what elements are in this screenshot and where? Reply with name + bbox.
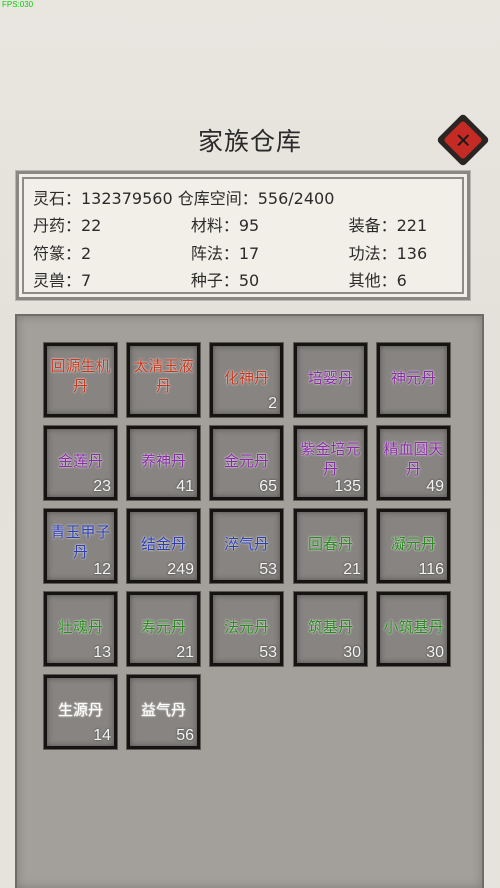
item-name: 青玉甲子丹 — [50, 523, 111, 561]
inventory-slot[interactable]: 神元丹 — [377, 343, 450, 417]
stat-formations: 阵法：17 — [190, 243, 260, 263]
inventory-slot[interactable]: 养神丹 41 — [127, 426, 200, 500]
item-name: 回春丹 — [307, 535, 353, 553]
inventory-slot[interactable]: 壮魂丹 13 — [44, 592, 117, 666]
inventory-slot[interactable]: 培婴丹 — [294, 343, 367, 417]
inventory-slot[interactable]: 法元丹 53 — [210, 592, 283, 666]
item-name: 太清玉液丹 — [133, 357, 194, 395]
close-icon: ✕ — [454, 127, 472, 152]
inventory-slot[interactable]: 金元丹 65 — [210, 426, 283, 500]
stats-row: 符篆：2 阵法：17 功法：136 — [33, 238, 467, 266]
stat-seeds: 种子：50 — [190, 271, 260, 291]
item-name: 紫金培元丹 — [300, 440, 361, 478]
item-name: 益气丹 — [140, 701, 186, 719]
item-count: 116 — [418, 561, 444, 578]
item-name: 回源生机丹 — [50, 357, 111, 395]
item-name: 化神丹 — [223, 369, 269, 387]
inventory-slot[interactable]: 小筑基丹 30 — [377, 592, 450, 666]
item-name: 小筑基丹 — [383, 618, 444, 636]
inventory-slot[interactable]: 淬气丹 53 — [210, 509, 283, 583]
fps-counter: FPS:030 — [2, 0, 34, 9]
inventory-slot[interactable]: 凝元丹 116 — [377, 509, 450, 583]
item-count: 23 — [93, 478, 111, 495]
stat-pills: 丹药：22 — [33, 216, 102, 236]
item-count: 30 — [343, 644, 361, 661]
item-name: 寿元丹 — [140, 618, 186, 636]
inventory-slot[interactable]: 紫金培元丹 135 — [294, 426, 367, 500]
item-name: 精血圆天丹 — [383, 440, 444, 478]
inventory-slot[interactable]: 回春丹 21 — [294, 509, 367, 583]
item-name: 结金丹 — [140, 535, 186, 553]
inventory-grid: 回源生机丹 太清玉液丹 化神丹 2 培婴丹 神元丹金莲丹 23 养神丹 41 金元丹 65 紫金培元丹… — [15, 314, 484, 888]
stat-equipment: 装备：221 — [348, 216, 428, 236]
item-name: 筑基丹 — [307, 618, 353, 636]
item-count: 12 — [93, 561, 111, 578]
item-count: 65 — [259, 478, 277, 495]
inventory-slot[interactable]: 生源丹 14 — [44, 675, 117, 749]
item-name: 壮魂丹 — [57, 618, 103, 636]
storage-stats-panel: 灵石：132379560 仓库空间：556/2400 丹药：22 材料：95 装… — [16, 171, 470, 300]
inventory-slot[interactable]: 精血圆天丹 49 — [377, 426, 450, 500]
item-name: 金元丹 — [223, 452, 269, 470]
item-name: 淬气丹 — [223, 535, 269, 553]
item-count: 2 — [268, 395, 277, 412]
item-count: 41 — [176, 478, 194, 495]
item-count: 49 — [426, 478, 444, 495]
stats-row: 丹药：22 材料：95 装备：221 — [33, 211, 467, 239]
item-name: 凝元丹 — [390, 535, 436, 553]
stat-spirit-beasts: 灵兽：7 — [33, 271, 92, 291]
inventory-slot[interactable]: 金莲丹 23 — [44, 426, 117, 500]
item-count: 30 — [426, 644, 444, 661]
storage-space-stat: 仓库空间：556/2400 — [177, 188, 335, 208]
stat-talismans: 符篆：2 — [33, 243, 92, 263]
item-count: 249 — [167, 561, 194, 578]
item-name: 金莲丹 — [57, 452, 103, 470]
inventory-slot[interactable]: 化神丹 2 — [210, 343, 283, 417]
stat-techniques: 功法：136 — [348, 243, 428, 263]
item-count: 53 — [259, 561, 277, 578]
inventory-slot[interactable]: 筑基丹 30 — [294, 592, 367, 666]
item-name: 培婴丹 — [307, 369, 353, 387]
item-name: 生源丹 — [57, 701, 103, 719]
spirit-stone-stat: 灵石：132379560 — [33, 188, 173, 208]
item-count: 21 — [176, 644, 194, 661]
inventory-slot[interactable]: 回源生机丹 — [44, 343, 117, 417]
item-count: 13 — [93, 644, 111, 661]
inventory-slot[interactable]: 寿元丹 21 — [127, 592, 200, 666]
inventory-slot[interactable]: 结金丹 249 — [127, 509, 200, 583]
item-name: 法元丹 — [223, 618, 269, 636]
stat-others: 其他：6 — [348, 271, 407, 291]
inventory-slot[interactable]: 太清玉液丹 — [127, 343, 200, 417]
stats-row: 灵兽：7 种子：50 其他：6 — [33, 266, 467, 294]
item-count: 135 — [334, 478, 361, 495]
item-count: 56 — [176, 727, 194, 744]
item-count: 53 — [259, 644, 277, 661]
item-count: 14 — [93, 727, 111, 744]
page-title: 家族仓库 — [197, 127, 302, 156]
item-name: 神元丹 — [390, 369, 436, 387]
stat-materials: 材料：95 — [190, 216, 260, 236]
inventory-slot[interactable]: 青玉甲子丹 12 — [44, 509, 117, 583]
stats-row-top: 灵石：132379560 仓库空间：556/2400 — [33, 183, 467, 211]
inventory-slot[interactable]: 益气丹 56 — [127, 675, 200, 749]
item-count: 21 — [343, 561, 361, 578]
item-name: 养神丹 — [140, 452, 186, 470]
